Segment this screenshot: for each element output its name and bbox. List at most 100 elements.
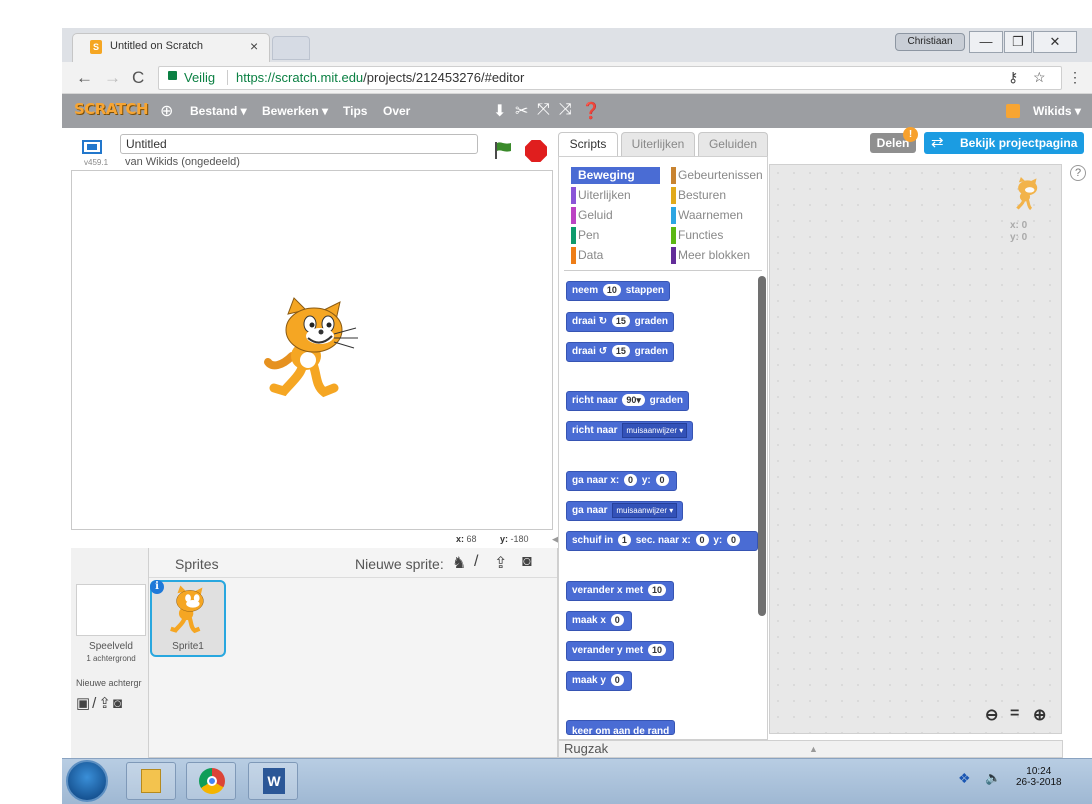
expand-icon[interactable]: ▲ <box>809 741 818 757</box>
key-icon[interactable]: ⚷ <box>1008 69 1018 86</box>
share-alert-icon: ! <box>903 127 918 142</box>
block-move[interactable]: neem 10 stappen <box>566 281 671 301</box>
fullscreen-icon[interactable] <box>82 140 102 154</box>
tab-scripts[interactable]: Scripts <box>558 132 618 157</box>
block-change-x[interactable]: verander x met 10 <box>566 581 674 601</box>
rotate-right-icon: ↻ <box>598 316 608 327</box>
block-go-to-xy[interactable]: ga naar x: 0 y: 0 <box>566 471 677 491</box>
maximize-icon[interactable]: ❐ <box>1004 31 1032 53</box>
category-swatch <box>671 187 676 204</box>
menu-about[interactable]: Over <box>383 104 410 118</box>
user-avatar <box>1006 104 1020 118</box>
reload-icon[interactable]: C <box>132 68 144 88</box>
backpack-label: Rugzak <box>564 741 609 756</box>
paint-icon[interactable]: / <box>474 553 478 571</box>
tab-costumes[interactable]: Uiterlijken <box>621 132 695 156</box>
sprite-info-icon[interactable]: i <box>150 580 164 594</box>
category-beweging[interactable]: Beweging <box>571 167 660 184</box>
minimize-icon[interactable]: — <box>969 31 1003 53</box>
clock-time: 10:24 <box>1026 766 1052 777</box>
zoom-in-icon[interactable]: ⊕ <box>1033 705 1046 725</box>
chrome-taskbar-item[interactable] <box>186 762 236 800</box>
forward-icon[interactable]: → <box>104 68 121 88</box>
see-project-page-button[interactable]: Bekijk projectpagina <box>924 132 1084 154</box>
category-gebeurtenissen[interactable]: Gebeurtenissen <box>671 167 764 184</box>
backpack-bar[interactable]: Rugzak ▲ <box>558 740 1063 758</box>
new-tab-button[interactable] <box>272 36 310 60</box>
globe-icon[interactable]: ⊕ <box>160 101 173 121</box>
menu-edit[interactable]: Bewerken ▾ <box>262 104 328 118</box>
menu-file[interactable]: Bestand ▾ <box>190 104 247 118</box>
stage-thumbnail[interactable] <box>76 584 146 636</box>
word-taskbar-item[interactable]: W <box>248 762 298 800</box>
help-circle-icon[interactable]: ? <box>1070 165 1086 181</box>
project-title-input[interactable] <box>120 134 478 154</box>
profile-badge[interactable]: Christiaan <box>895 33 965 51</box>
system-clock[interactable]: 10:24 26-3-2018 <box>1016 766 1062 788</box>
menu-tips[interactable]: Tips <box>343 104 367 118</box>
category-functies[interactable]: Functies <box>671 227 764 244</box>
category-pen[interactable]: Pen <box>571 227 660 244</box>
block-point-towards[interactable]: richt naar muisaanwijzer ▾ <box>566 421 694 441</box>
block-turn-right[interactable]: draai ↻ 15 graden <box>566 312 674 332</box>
project-byline: van Wikids (ongedeeld) <box>125 156 240 168</box>
script-area[interactable] <box>769 164 1062 734</box>
category-label: Meer blokken <box>678 248 751 262</box>
y-label: y: <box>500 534 509 544</box>
zoom-out-icon[interactable]: ⊖ <box>985 705 998 725</box>
star-icon[interactable]: ☆ <box>1033 69 1046 86</box>
block-go-to[interactable]: ga naar muisaanwijzer ▾ <box>566 501 684 521</box>
grow-icon[interactable]: ⤧ <box>537 101 550 119</box>
close-window-icon[interactable]: ✕ <box>1033 31 1077 53</box>
category-swatch <box>671 207 676 224</box>
scratch-logo[interactable]: SCRATCH <box>74 100 149 118</box>
menu-dots-icon[interactable]: ⋮ <box>1068 69 1082 86</box>
network-icon[interactable]: ❖ <box>958 770 971 787</box>
rotate-left-icon: ↺ <box>598 346 608 357</box>
duplicate-icon[interactable]: ⬇ <box>493 101 506 121</box>
block-set-x[interactable]: maak x 0 <box>566 611 632 631</box>
chrome-icon <box>199 768 225 794</box>
block-turn-left[interactable]: draai ↺ 15 graden <box>566 342 674 362</box>
shrink-icon[interactable]: ⤨ <box>559 101 572 119</box>
explorer-taskbar-item[interactable] <box>126 762 176 800</box>
category-swatch <box>671 167 676 184</box>
palette-divider <box>564 270 762 271</box>
sprite-y-readout: y: 0 <box>1010 232 1028 243</box>
back-icon[interactable]: ← <box>76 68 93 88</box>
green-flag-icon[interactable] <box>492 140 514 160</box>
block-point-direction[interactable]: richt naar 90▾ graden <box>566 391 690 411</box>
backdrop-tools[interactable]: ▣/⇪◙ <box>76 694 124 712</box>
category-data[interactable]: Data <box>571 247 660 264</box>
category-besturen[interactable]: Besturen <box>671 187 764 204</box>
url-text[interactable]: https://scratch.mit.edu/projects/2124532… <box>236 70 524 85</box>
volume-icon[interactable]: 🔈 <box>985 770 1001 786</box>
category-waarnemen[interactable]: Waarnemen <box>671 207 764 224</box>
zoom-reset-icon[interactable]: = <box>1010 705 1019 723</box>
tab-close-icon[interactable]: × <box>250 38 258 54</box>
help-icon[interactable]: ❓ <box>581 101 601 121</box>
x-value: 68 <box>466 534 477 544</box>
upload-icon[interactable]: ⇪ <box>494 553 507 573</box>
cat-sprite-icon[interactable] <box>262 296 362 406</box>
block-glide[interactable]: schuif in 1 sec. naar x: 0 y: 0 <box>566 531 758 551</box>
block-bounce[interactable]: keer om aan de rand <box>566 720 676 735</box>
scratch-favicon-icon: S <box>90 40 102 54</box>
sprite-library-icon[interactable]: ♞ <box>452 553 466 573</box>
block-change-y[interactable]: verander y met 10 <box>566 641 674 661</box>
block-set-y[interactable]: maak y 0 <box>566 671 632 691</box>
camera-icon[interactable]: ◙ <box>522 553 532 571</box>
tab-sounds[interactable]: Geluiden <box>698 132 768 156</box>
word-icon: W <box>263 768 285 794</box>
folder-icon <box>141 769 161 793</box>
category-geluid[interactable]: Geluid <box>571 207 660 224</box>
user-menu[interactable]: Wikids ▾ <box>1033 104 1081 118</box>
palette-scrollbar[interactable] <box>758 276 766 616</box>
category-meer-blokken[interactable]: Meer blokken <box>671 247 764 264</box>
category-uiterlijken[interactable]: Uiterlijken <box>571 187 660 204</box>
delete-icon[interactable]: ✂ <box>515 101 528 121</box>
y-value: -180 <box>510 534 529 544</box>
category-label: Besturen <box>678 188 727 202</box>
mouse-y-readout: y: -180 <box>500 534 529 544</box>
start-button-icon[interactable] <box>66 760 108 802</box>
